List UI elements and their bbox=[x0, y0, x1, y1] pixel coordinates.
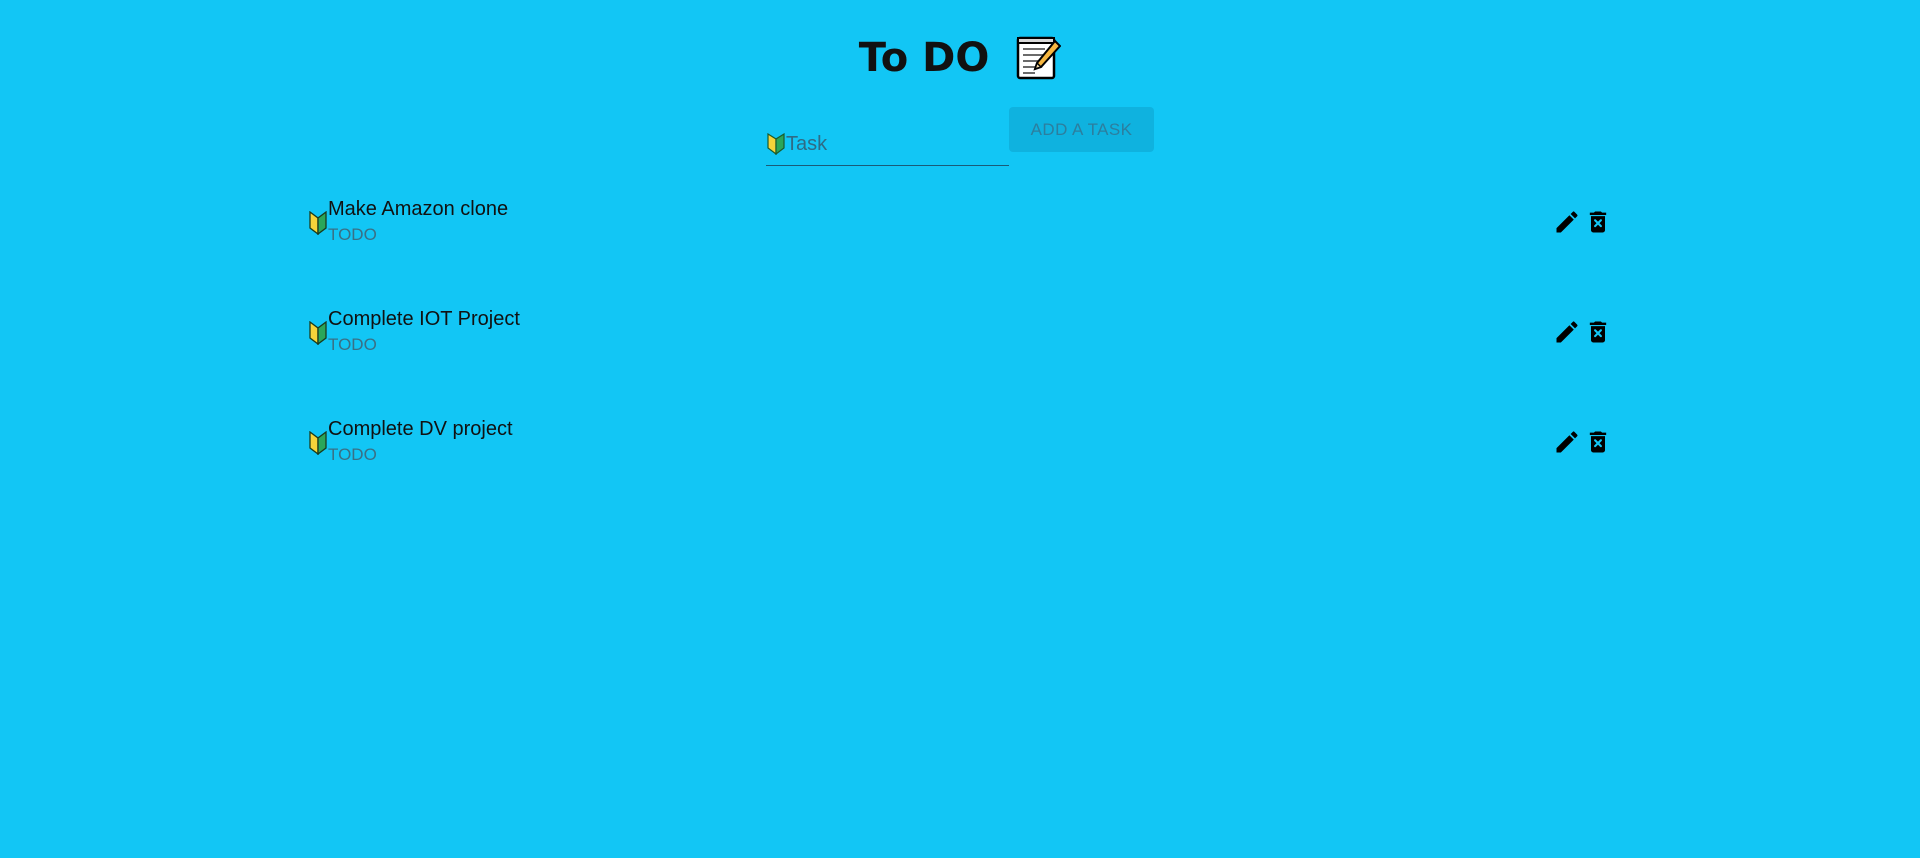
pencil-icon bbox=[1556, 211, 1578, 233]
task-status: TODO bbox=[328, 335, 377, 354]
delete-task-button[interactable] bbox=[1584, 428, 1612, 456]
task-item: Make Amazon clone TODO bbox=[308, 196, 1610, 306]
task-name: Complete DV project bbox=[328, 418, 513, 440]
delete-task-button[interactable] bbox=[1584, 208, 1612, 236]
edit-task-button[interactable] bbox=[1553, 428, 1581, 456]
task-field bbox=[766, 107, 1009, 166]
task-list: Make Amazon clone TODO Complete IOT Proj… bbox=[308, 196, 1610, 526]
task-input[interactable] bbox=[786, 131, 1006, 157]
task-item: Complete DV project TODO bbox=[308, 416, 1610, 526]
edit-task-button[interactable] bbox=[1553, 318, 1581, 346]
pencil-icon bbox=[1556, 321, 1578, 343]
task-name: Make Amazon clone bbox=[328, 198, 509, 220]
trash-icon bbox=[1589, 211, 1607, 233]
task-name: Complete IOT Project bbox=[328, 308, 520, 330]
delete-task-button[interactable] bbox=[1584, 318, 1612, 346]
task-status: TODO bbox=[328, 445, 377, 464]
beginner-leaf-icon bbox=[309, 431, 327, 455]
trash-icon bbox=[1589, 321, 1607, 343]
memo-icon bbox=[1015, 35, 1062, 81]
task-item: Complete IOT Project TODO bbox=[308, 306, 1610, 416]
page-title: To DO bbox=[858, 35, 990, 81]
task-status: TODO bbox=[328, 225, 377, 244]
beginner-leaf-icon bbox=[309, 321, 327, 345]
trash-icon bbox=[1589, 431, 1607, 453]
add-task-button[interactable]: ADD A TASK bbox=[1009, 107, 1154, 152]
beginner-leaf-icon bbox=[767, 133, 785, 155]
pencil-icon bbox=[1556, 431, 1578, 453]
page-header: To DO bbox=[0, 30, 1920, 84]
beginner-leaf-icon bbox=[309, 211, 327, 235]
edit-task-button[interactable] bbox=[1553, 208, 1581, 236]
